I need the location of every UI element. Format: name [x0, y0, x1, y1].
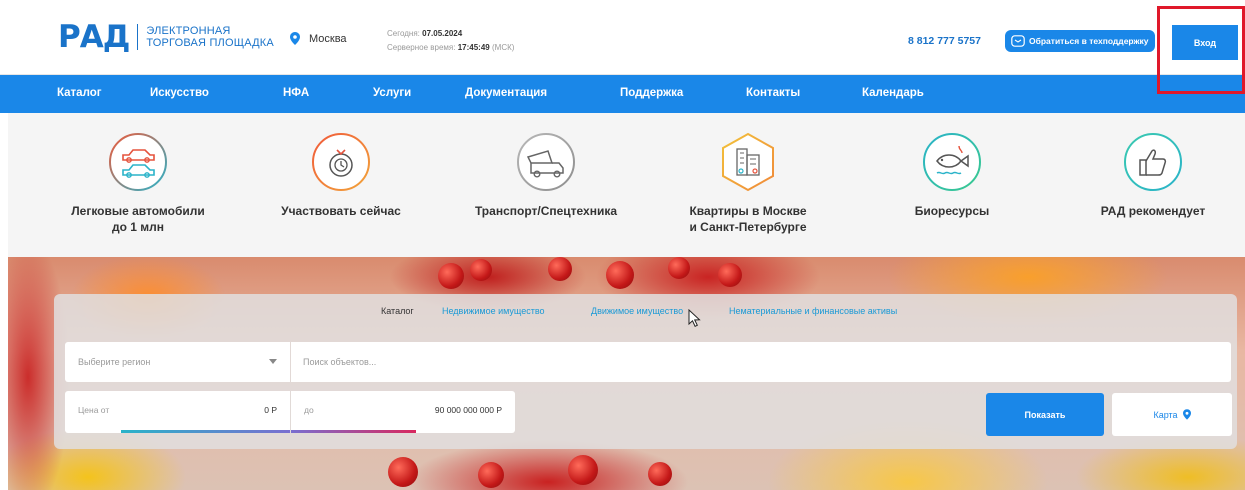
dump-truck-icon [517, 133, 575, 191]
main-nav: Каталог Искусство НФА Услуги Документаци… [0, 75, 1245, 113]
category-cars[interactable]: Легковые автомобили до 1 млн [28, 131, 248, 235]
price-from-value: 0 Р [264, 405, 277, 415]
category-label: Транспорт/Спецтехника [436, 203, 656, 219]
server-time-row: Серверное время: 17:45:49 (МСК) [387, 41, 514, 55]
category-label: Легковые автомобили до 1 млн [28, 203, 248, 235]
category-line-1: Легковые автомобили [71, 204, 205, 218]
search-panel: Каталог Недвижимое имущество Движимое им… [54, 294, 1237, 449]
price-to-label: до [304, 405, 314, 415]
berry-decoration [470, 259, 492, 281]
login-button[interactable]: Вход [1172, 25, 1238, 60]
category-label: Биоресурсы [842, 203, 1062, 219]
category-label: Квартиры в Москве и Санкт-Петербурге [638, 203, 858, 235]
berry-decoration [438, 263, 464, 289]
tab-intangible[interactable]: Нематериальные и финансовые активы [729, 306, 897, 316]
map-button[interactable]: Карта [1112, 393, 1232, 436]
logo-line-2: ТОРГОВАЯ ПЛОЩАДКА [146, 37, 274, 49]
nav-item-catalog[interactable]: Каталог [57, 87, 102, 99]
price-to-field[interactable]: до 90 000 000 000 Р [291, 391, 515, 433]
server-time-value: 17:45:49 [457, 43, 490, 52]
logo-mark: РАД [58, 19, 130, 55]
category-line-1: Транспорт/Спецтехника [474, 204, 618, 218]
nav-item-nfa[interactable]: НФА [283, 87, 309, 99]
category-label: РАД рекомендует [1043, 203, 1245, 219]
nav-item-services[interactable]: Услуги [373, 87, 411, 99]
price-to-value: 90 000 000 000 Р [434, 405, 502, 415]
category-rad-recommends[interactable]: РАД рекомендует [1043, 131, 1245, 219]
berry-decoration [718, 263, 742, 287]
phone-link[interactable]: 8 812 777 5757 [908, 35, 981, 47]
category-transport[interactable]: Транспорт/Спецтехника [436, 131, 656, 219]
logo-divider [137, 24, 139, 50]
category-label: Участвовать сейчас [231, 203, 451, 219]
berry-decoration [648, 462, 672, 486]
map-label: Карта [1153, 409, 1178, 420]
message-icon [1011, 35, 1025, 47]
category-strip: Легковые автомобили до 1 млн Участвовать… [8, 113, 1245, 257]
berry-decoration [548, 257, 572, 281]
category-bioresources[interactable]: Биоресурсы [842, 131, 1062, 219]
hero-banner: Каталог Недвижимое имущество Движимое им… [8, 257, 1245, 490]
caret-down-icon [269, 359, 277, 364]
server-time-zone: (МСК) [491, 43, 515, 52]
city-name: Москва [309, 32, 347, 45]
location-pin-icon [290, 32, 300, 45]
logo-line-1: ЭЛЕКТРОННАЯ [146, 25, 231, 37]
tab-movable[interactable]: Движимое имущество [591, 306, 683, 316]
tab-real-estate[interactable]: Недвижимое имущество [442, 306, 545, 316]
berry-decoration [568, 455, 598, 485]
price-slider-track-to[interactable] [291, 430, 416, 433]
logo[interactable]: РАД ЭЛЕКТРОННАЯ ТОРГОВАЯ ПЛОЩАДКА [58, 20, 274, 54]
timer-icon [312, 133, 370, 191]
map-pin-icon [1182, 409, 1191, 420]
search-tabs: Каталог Недвижимое имущество Движимое им… [54, 306, 1237, 327]
today-row: Сегодня: 07.05.2024 [387, 27, 514, 41]
thumbs-up-icon [1124, 133, 1182, 191]
cars-icon [109, 133, 167, 191]
category-line-1: РАД рекомендует [1100, 204, 1206, 218]
nav-item-art[interactable]: Искусство [150, 87, 209, 99]
berry-decoration [668, 257, 690, 279]
site-header: РАД ЭЛЕКТРОННАЯ ТОРГОВАЯ ПЛОЩАДКА Москва… [0, 0, 1245, 75]
support-label: Обратиться в техподдержку [1029, 36, 1149, 46]
region-select[interactable]: Выберите регион [65, 342, 290, 382]
mouse-cursor-icon [688, 309, 701, 327]
category-line-2: до 1 млн [111, 220, 165, 234]
price-from-label: Цена от [78, 405, 110, 415]
price-slider-track-from[interactable] [121, 430, 290, 433]
category-line-1: Квартиры в Москве [689, 204, 807, 218]
nav-item-support[interactable]: Поддержка [620, 87, 683, 99]
show-button[interactable]: Показать [986, 393, 1104, 436]
logo-text: ЭЛЕКТРОННАЯ ТОРГОВАЯ ПЛОЩАДКА [146, 25, 274, 49]
today-value: 07.05.2024 [422, 29, 463, 38]
support-button[interactable]: Обратиться в техподдержку [1005, 30, 1155, 52]
berry-decoration [388, 457, 418, 487]
berry-decoration [478, 462, 504, 488]
category-line-1: Биоресурсы [914, 204, 990, 218]
search-input[interactable] [291, 342, 1231, 382]
tab-catalog[interactable]: Каталог [381, 306, 414, 316]
fish-icon [923, 133, 981, 191]
date-time-block: Сегодня: 07.05.2024 Серверное время: 17:… [387, 27, 514, 55]
today-label: Сегодня: [387, 29, 420, 38]
category-line-2: и Санкт-Петербурге [689, 220, 807, 234]
region-placeholder: Выберите регион [78, 357, 151, 367]
category-apartments[interactable]: Квартиры в Москве и Санкт-Петербурге [638, 131, 858, 235]
nav-item-calendar[interactable]: Календарь [862, 87, 924, 99]
city-selector[interactable]: Москва [290, 32, 347, 45]
category-line-1: Участвовать сейчас [281, 204, 401, 218]
nav-item-contacts[interactable]: Контакты [746, 87, 800, 99]
berry-decoration [606, 261, 634, 289]
server-time-label: Серверное время: [387, 43, 456, 52]
category-participate-now[interactable]: Участвовать сейчас [231, 131, 451, 219]
apartments-icon [722, 132, 774, 192]
nav-item-documentation[interactable]: Документация [465, 87, 547, 99]
price-from-field[interactable]: Цена от 0 Р [65, 391, 290, 433]
